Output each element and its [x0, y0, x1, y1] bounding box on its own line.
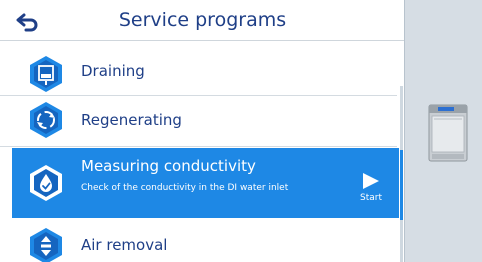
play-icon: [363, 173, 379, 189]
start-button[interactable]: Start: [351, 170, 391, 210]
program-label: Air removal: [81, 236, 168, 254]
start-label: Start: [360, 193, 382, 203]
dishwasher-device-icon: [428, 104, 468, 162]
page-title: Service programs: [118, 9, 287, 31]
program-description: Check of the conductivity in the DI wate…: [81, 183, 289, 193]
program-item-measuring-conductivity[interactable]: Measuring conductivity Check of the cond…: [12, 148, 399, 218]
program-item-air-removal[interactable]: Air removal: [0, 225, 397, 262]
air-removal-icon: [30, 228, 62, 262]
scrollbar-thumb[interactable]: [400, 150, 403, 220]
draining-icon: [30, 56, 62, 92]
program-label: Draining: [81, 62, 145, 80]
program-item-draining[interactable]: Draining: [0, 49, 397, 96]
program-item-regenerating[interactable]: Regenerating: [0, 97, 397, 147]
program-label: Measuring conductivity: [81, 157, 256, 175]
header-bar: Service programs: [0, 0, 404, 41]
program-label: Regenerating: [81, 111, 182, 129]
regenerating-icon: [30, 102, 62, 138]
conductivity-drop-icon: [30, 165, 62, 201]
service-programs-screen: Service programs Draining Regenerating M…: [0, 0, 405, 262]
